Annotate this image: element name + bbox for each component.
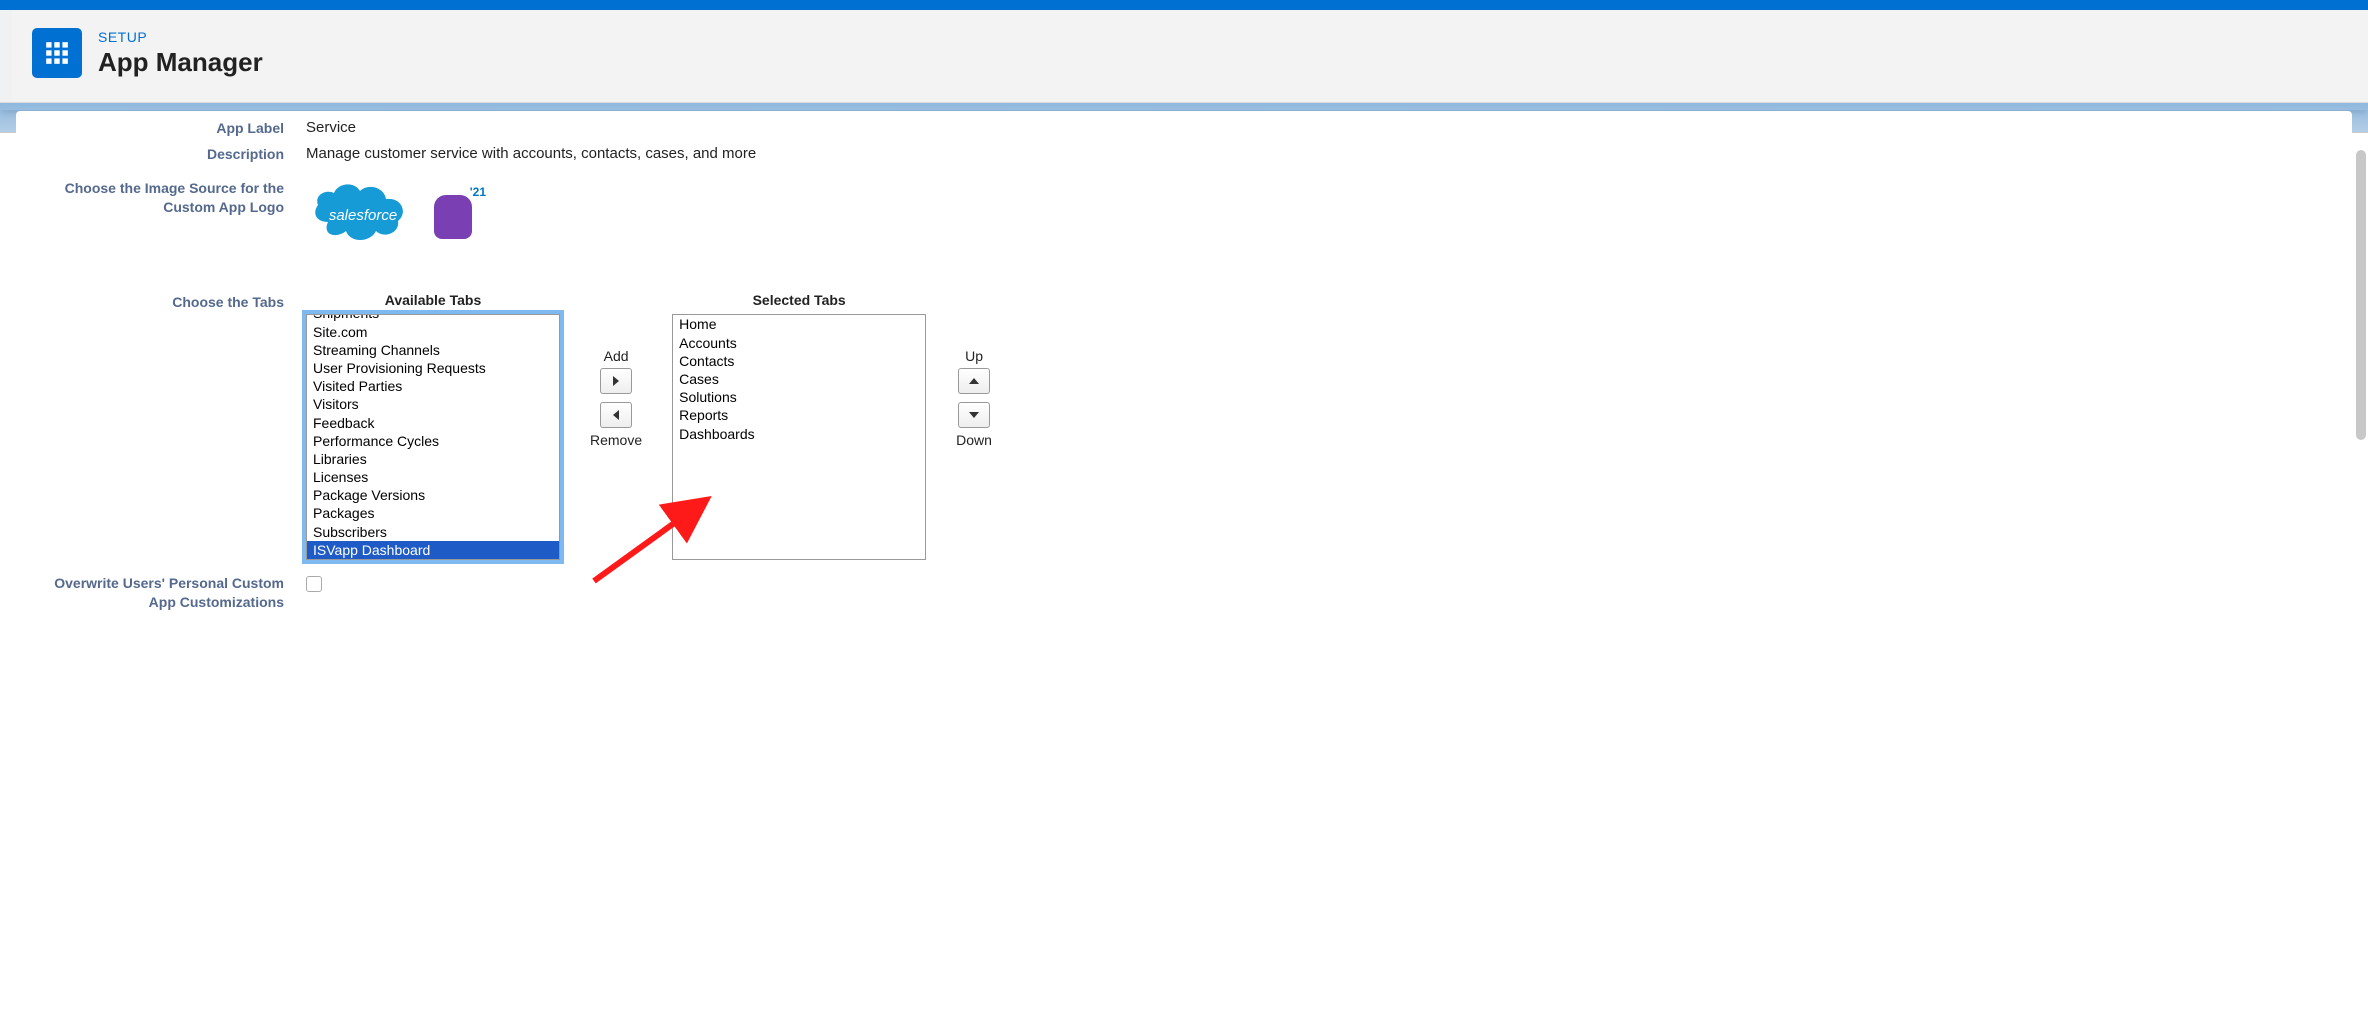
remove-button[interactable] [600, 402, 632, 428]
down-label: Down [956, 432, 992, 448]
scrollbar-thumb[interactable] [2356, 150, 2366, 440]
mascot-logo[interactable]: 21 [430, 187, 480, 242]
list-item[interactable]: Feedback [307, 414, 559, 432]
list-item[interactable]: Visitors [307, 395, 559, 413]
available-tabs-listbox[interactable]: ShipmentsSite.comStreaming ChannelsUser … [306, 314, 560, 560]
add-button[interactable] [600, 368, 632, 394]
list-item[interactable]: Reports [673, 406, 925, 424]
available-tabs-title: Available Tabs [385, 292, 481, 308]
list-item[interactable]: Streaming Channels [307, 341, 559, 359]
list-item[interactable]: User Provisioning Requests [307, 359, 559, 377]
mascot-year: 21 [470, 185, 486, 199]
page-header: SETUP App Manager [12, 10, 2356, 102]
overwrite-checkbox[interactable] [306, 576, 322, 592]
list-item[interactable]: Subscribers [307, 523, 559, 541]
form-body: App Label Service Description Manage cus… [16, 111, 2352, 631]
up-button[interactable] [958, 368, 990, 394]
list-item[interactable]: Licenses [307, 468, 559, 486]
add-label: Add [604, 348, 629, 364]
overwrite-label: Overwrite Users' Personal Custom App Cus… [26, 574, 306, 610]
remove-label: Remove [590, 432, 642, 448]
up-label: Up [965, 348, 983, 364]
selected-tabs-title: Selected Tabs [753, 292, 846, 308]
image-source-label: Choose the Image Source for the Custom A… [26, 177, 306, 215]
app-manager-icon [32, 28, 82, 78]
window-top-bar [0, 0, 2368, 10]
app-label-value: Service [306, 117, 356, 136]
list-item[interactable]: Shipments [307, 314, 559, 322]
description-label: Description [26, 143, 306, 163]
list-item[interactable]: Libraries [307, 450, 559, 468]
list-item[interactable]: Contacts [673, 352, 925, 370]
description-value: Manage customer service with accounts, c… [306, 143, 756, 162]
list-item[interactable]: Package Versions [307, 486, 559, 504]
header-zone: SETUP App Manager [0, 10, 2368, 103]
list-item[interactable]: Accounts [673, 334, 925, 352]
breadcrumb: SETUP [98, 29, 263, 45]
list-item[interactable]: ISVapp Dashboard [307, 541, 559, 559]
app-label-label: App Label [26, 117, 306, 137]
list-item[interactable]: Site.com [307, 323, 559, 341]
list-item[interactable]: Performance Cycles [307, 432, 559, 450]
svg-text:salesforce: salesforce [329, 207, 397, 224]
list-item[interactable]: Dashboards [673, 425, 925, 443]
list-item[interactable]: Solutions [673, 388, 925, 406]
page-title: App Manager [98, 47, 263, 78]
list-item[interactable]: Cases [673, 370, 925, 388]
selected-tabs-listbox[interactable]: HomeAccountsContactsCasesSolutionsReport… [672, 314, 926, 560]
down-button[interactable] [958, 402, 990, 428]
salesforce-logo[interactable]: salesforce [308, 177, 418, 252]
list-item[interactable]: Home [673, 315, 925, 333]
list-item[interactable]: Packages [307, 504, 559, 522]
choose-tabs-label: Choose the Tabs [26, 292, 306, 310]
list-item[interactable]: Visited Parties [307, 377, 559, 395]
